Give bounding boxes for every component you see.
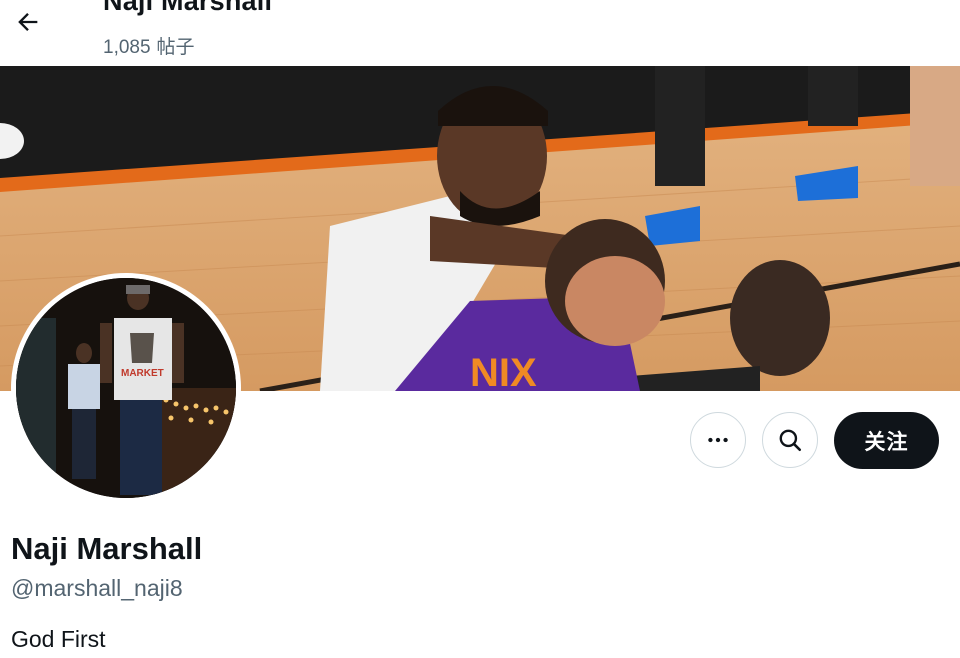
svg-text:NIX: NIX [470, 351, 537, 391]
avatar-image: MARKET [16, 278, 236, 498]
profile-page: Naji Marshall 1,085 帖子 NIX MARKET 关注 Naj… [0, 0, 960, 658]
header-post-count: 1,085 帖子 [103, 32, 195, 59]
top-header: Naji Marshall 1,085 帖子 [0, 0, 960, 66]
search-icon [779, 429, 802, 452]
more-horizontal-icon [708, 437, 728, 443]
avatar[interactable]: MARKET [11, 273, 241, 503]
profile-bio: God First [11, 626, 106, 652]
avatar-photo: MARKET [16, 278, 236, 498]
header-name: Naji Marshall [103, 0, 273, 16]
profile-display-name: Naji Marshall [11, 531, 203, 566]
profile-handle: @marshall_naji8 [11, 575, 183, 601]
post-count-value: 1,085 [103, 37, 151, 58]
svg-text:MARKET: MARKET [121, 368, 164, 379]
more-button[interactable] [690, 412, 746, 468]
back-button[interactable] [8, 2, 48, 42]
search-button[interactable] [762, 412, 818, 468]
follow-button[interactable]: 关注 [834, 412, 939, 469]
arrow-left-icon [18, 13, 38, 31]
post-count-label: 帖子 [156, 37, 195, 58]
